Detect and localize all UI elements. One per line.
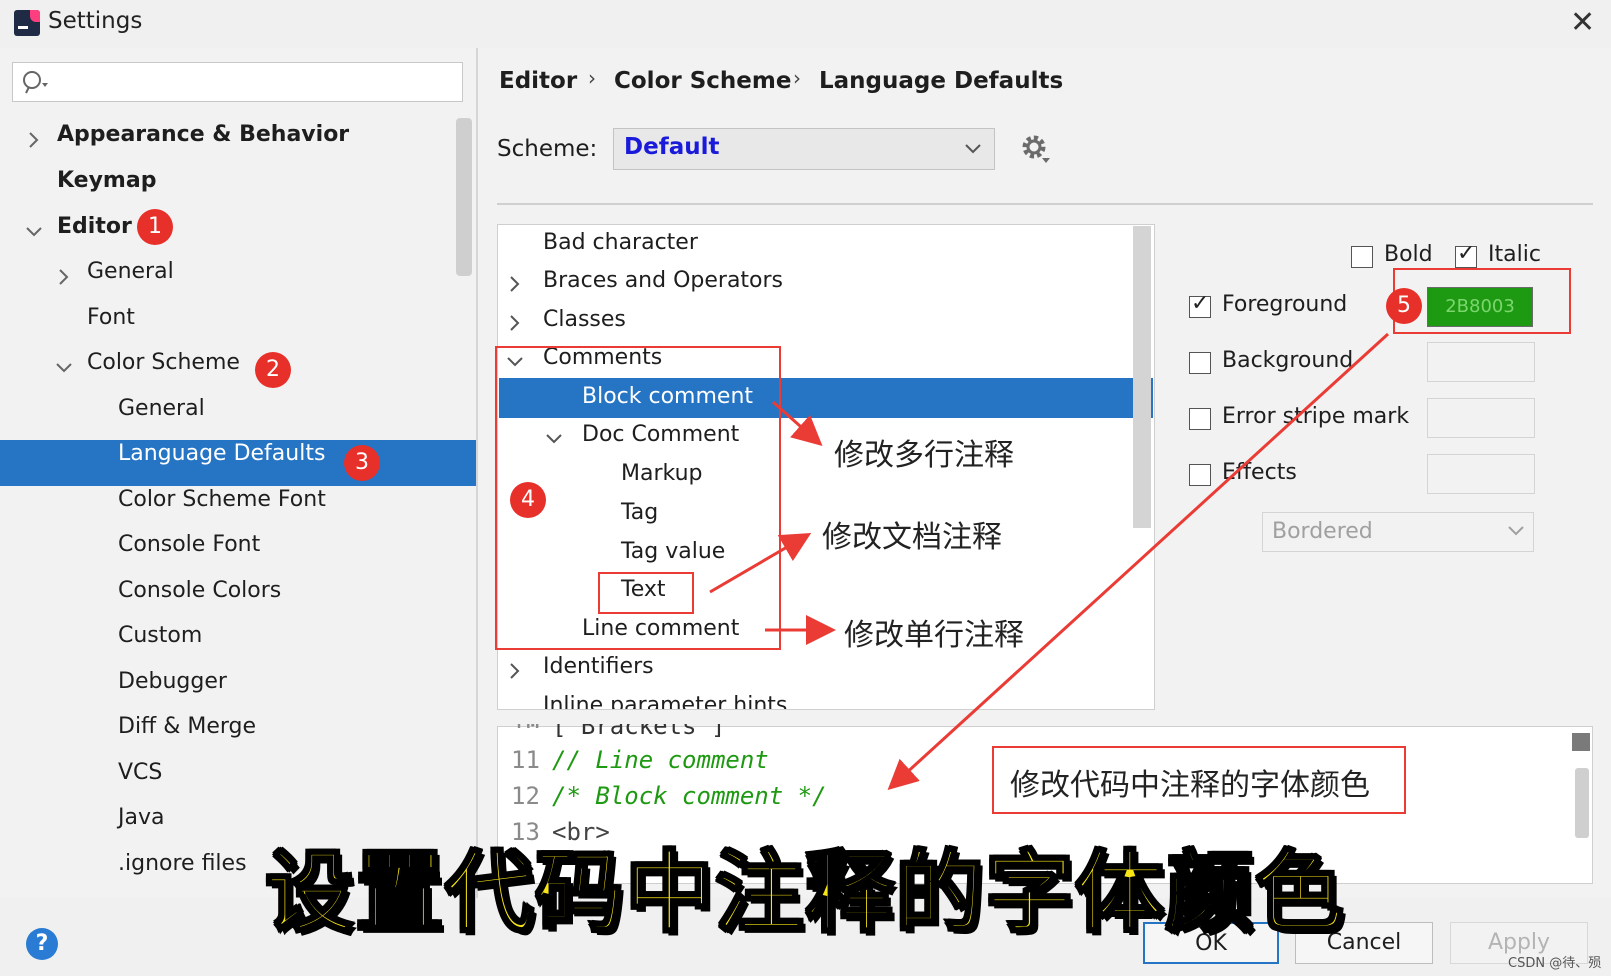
annotation-code-color: 修改代码中注释的字体颜色 bbox=[1010, 768, 1370, 803]
watermark: CSDN @待、殒 bbox=[1508, 956, 1602, 971]
video-caption: 设置代码中注释的字体颜色 bbox=[264, 840, 1346, 946]
annotation-single-line: 修改单行注释 bbox=[844, 618, 1024, 653]
annotation-doc-comment: 修改文档注释 bbox=[822, 520, 1002, 555]
annotation-multi-line: 修改多行注释 bbox=[834, 438, 1014, 473]
